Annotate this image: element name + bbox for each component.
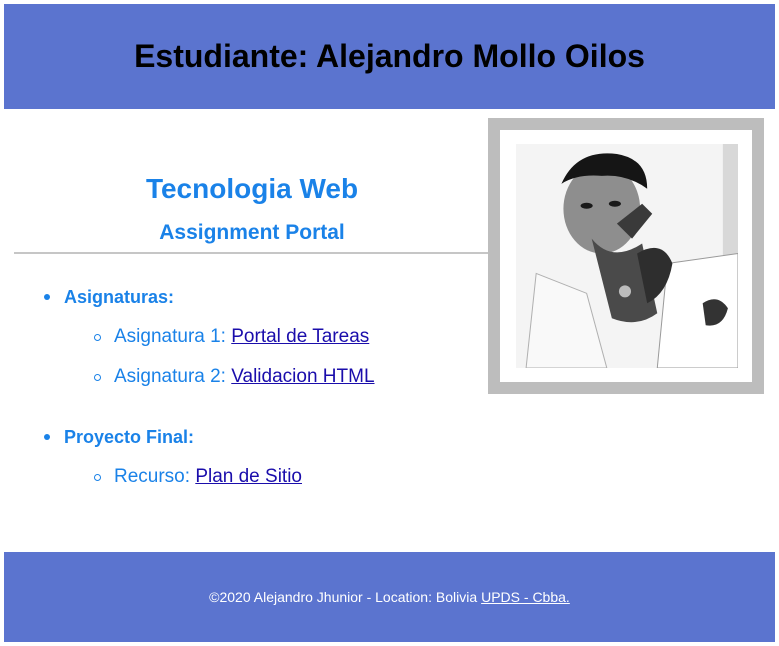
profile-photo-mat bbox=[500, 130, 752, 382]
assignment-list: Asignaturas: Asignatura 1: Portal de Tar… bbox=[42, 284, 375, 490]
page-footer: ©2020 Alejandro Jhunior - Location: Boli… bbox=[4, 552, 775, 642]
footer-copyright: ©2020 Alejandro Jhunior - Location: Boli… bbox=[209, 589, 478, 605]
section-label: Asignaturas: bbox=[42, 284, 375, 310]
portal-de-tareas-link[interactable]: Portal de Tareas bbox=[231, 326, 369, 347]
course-title: Tecnologia Web bbox=[145, 173, 359, 204]
item-prefix: Recurso: bbox=[114, 466, 196, 487]
portrait-image bbox=[516, 144, 738, 368]
profile-photo bbox=[516, 144, 738, 368]
item-prefix: Asignatura 2: bbox=[114, 366, 232, 387]
list-item: Asignatura 1: Portal de Tareas bbox=[42, 324, 375, 350]
hero-title-block: Tecnologia Web Assignment Portal bbox=[14, 170, 490, 248]
list-item: Recurso: Plan de Sitio bbox=[42, 464, 375, 490]
item-prefix: Asignatura 1: bbox=[114, 326, 232, 347]
profile-photo-frame bbox=[488, 118, 764, 394]
section-asignaturas: Asignaturas: Asignatura 1: Portal de Tar… bbox=[42, 284, 375, 390]
course-subtitle: Assignment Portal bbox=[159, 221, 345, 244]
plan-de-sitio-link[interactable]: Plan de Sitio bbox=[195, 466, 302, 487]
page-header: Estudiante: Alejandro Mollo Oilos bbox=[4, 4, 775, 109]
student-name-heading: Estudiante: Alejandro Mollo Oilos bbox=[134, 38, 645, 74]
upds-link[interactable]: UPDS - Cbba. bbox=[481, 589, 570, 605]
list-item: Asignatura 2: Validacion HTML bbox=[42, 364, 375, 390]
section-proyecto-final: Proyecto Final: Recurso: Plan de Sitio bbox=[42, 424, 375, 490]
section-label: Proyecto Final: bbox=[42, 424, 375, 450]
validacion-html-link[interactable]: Validacion HTML bbox=[231, 366, 374, 387]
